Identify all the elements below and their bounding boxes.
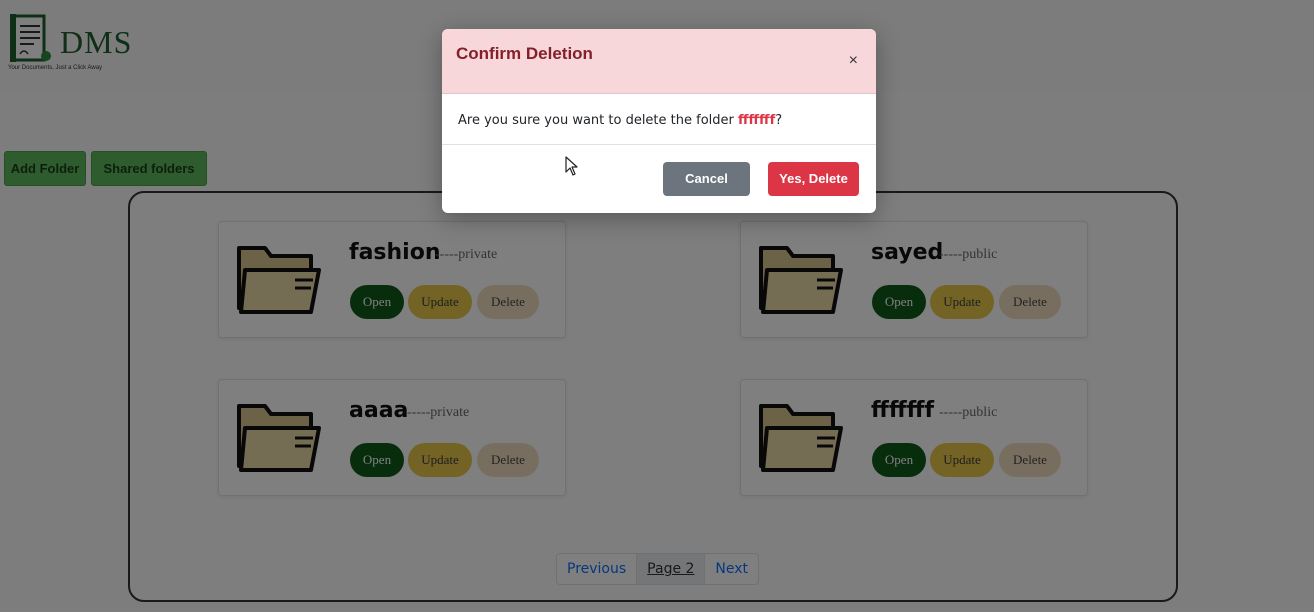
modal-body: Are you sure you want to delete the fold… [442, 94, 876, 145]
cancel-button[interactable]: Cancel [663, 162, 750, 196]
modal-message-prefix: Are you sure you want to delete the fold… [458, 113, 738, 128]
modal-message: Are you sure you want to delete the fold… [458, 113, 782, 128]
close-icon[interactable]: × [849, 53, 858, 69]
modal-header: Confirm Deletion × [442, 29, 876, 94]
confirm-delete-modal: Confirm Deletion × Are you sure you want… [442, 29, 876, 213]
modal-message-suffix: ? [775, 113, 783, 128]
confirm-delete-button[interactable]: Yes, Delete [768, 162, 859, 196]
modal-folder-name: fffffff [738, 113, 776, 128]
mouse-cursor-icon [565, 156, 578, 176]
modal-title: Confirm Deletion [456, 44, 593, 63]
